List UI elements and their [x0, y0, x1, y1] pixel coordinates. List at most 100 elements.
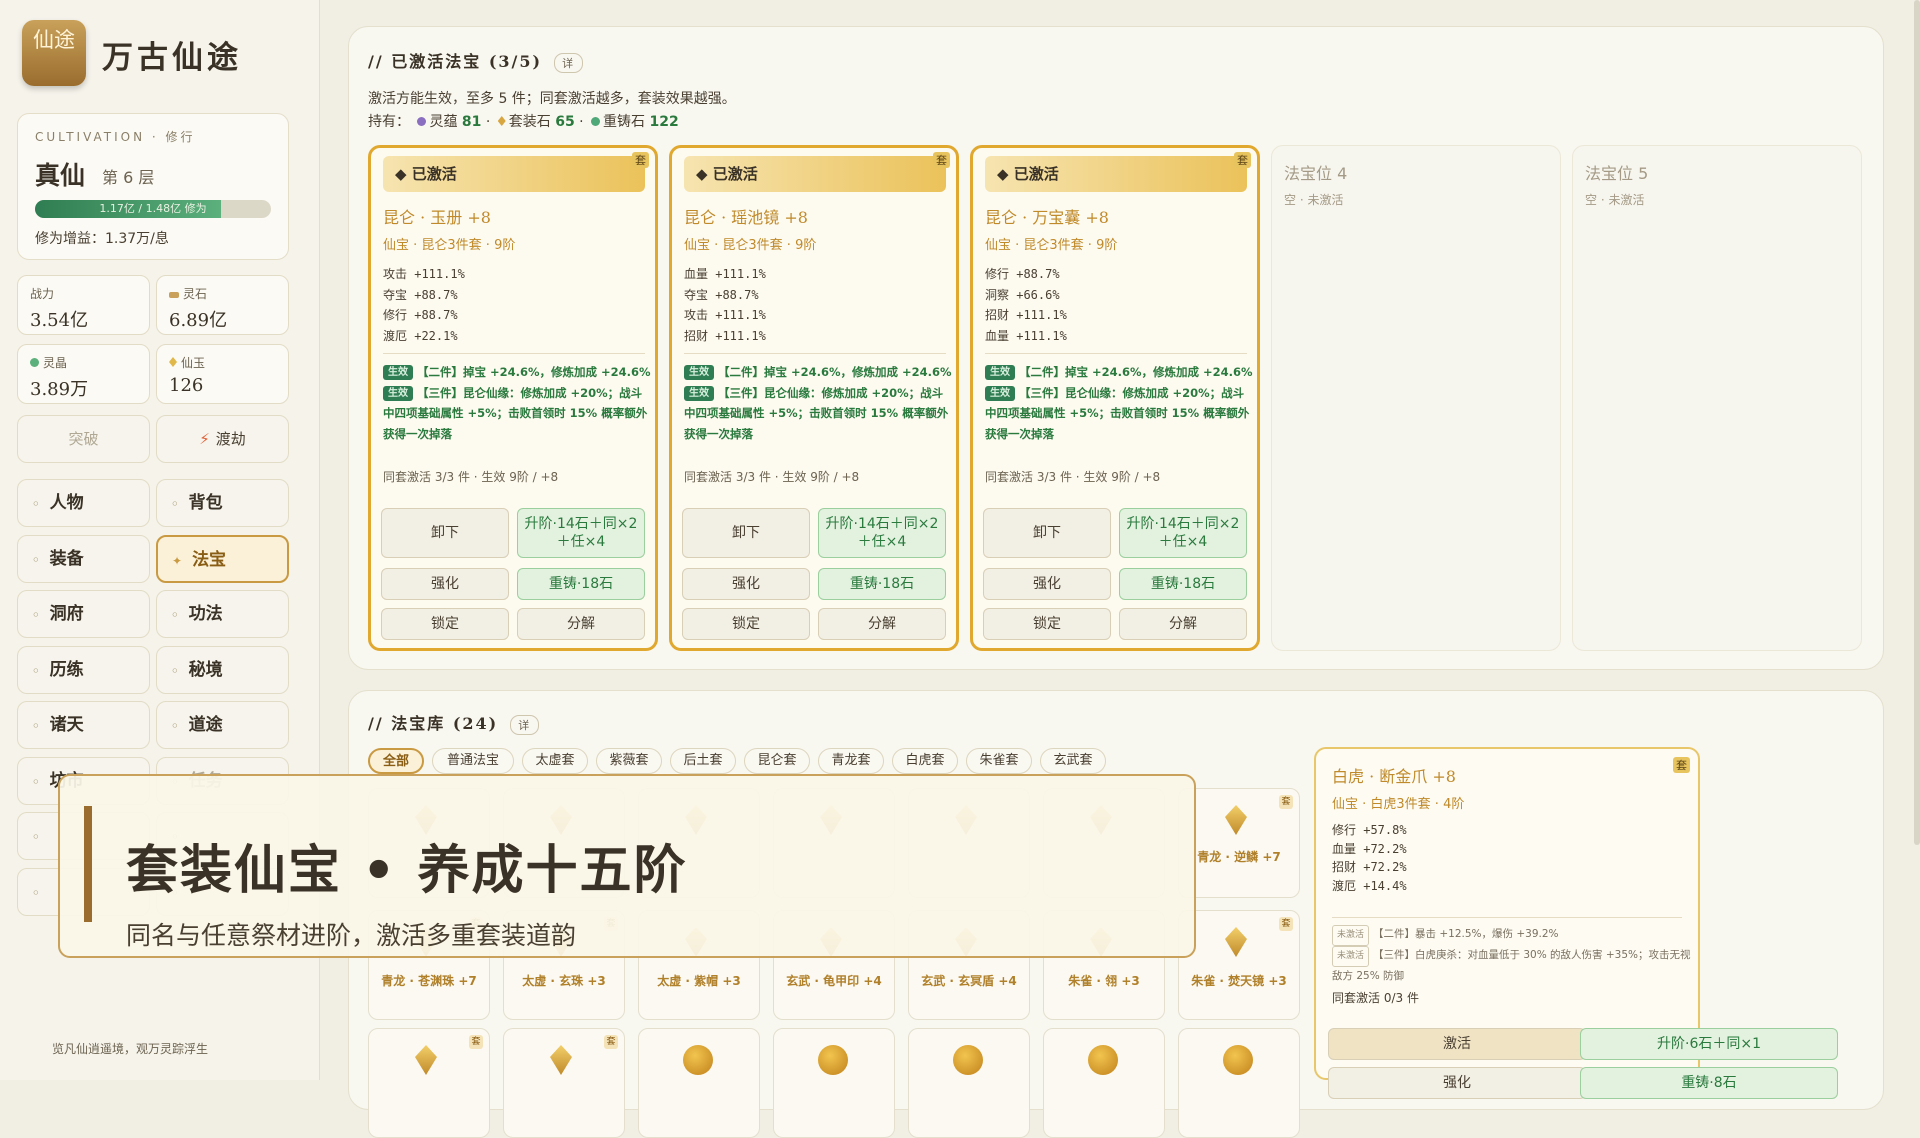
- set-effects: 生效 【二件】掉宝 +24.6%，修炼加成 +24.6% 生效 【三件】昆仑仙缘：修…: [684, 365, 952, 441]
- orb-icon: [683, 1045, 713, 1075]
- tribulation-button[interactable]: ⚡ 渡劫: [156, 415, 289, 463]
- gem-icon: [415, 1045, 437, 1075]
- upgrade-button[interactable]: 升阶·14石＋同×2＋任×4: [1119, 508, 1247, 558]
- cultivation-tag: CULTIVATION · 修行: [35, 130, 196, 144]
- treasure-meta: 仙宝 · 昆仑3件套 · 9阶: [684, 238, 817, 253]
- activate-button[interactable]: 激活: [1328, 1028, 1586, 1060]
- filter-normal[interactable]: 普通法宝: [432, 748, 514, 774]
- library-item[interactable]: [1043, 1028, 1165, 1138]
- active-treasure-card-3[interactable]: ◆ 已激活 套 昆仑 · 万宝囊 +8 仙宝 · 昆仑3件套 · 9阶 修行 +…: [970, 145, 1260, 651]
- enhance-button[interactable]: 强化: [1328, 1067, 1586, 1099]
- treasure-detail-card: 白虎 · 断金爪 +8 套 仙宝 · 白虎3件套 · 4阶 修行 +57.8% …: [1314, 747, 1838, 1099]
- library-item[interactable]: [1178, 1028, 1300, 1138]
- sidebar-footer: 览凡仙逍遥境，观万灵踪浮生: [52, 1042, 209, 1056]
- nav-equipment[interactable]: ◦ 装备: [17, 535, 150, 583]
- unequip-button[interactable]: 卸下: [682, 508, 810, 558]
- filter-zhuque[interactable]: 朱雀套: [966, 748, 1032, 774]
- reforge-button[interactable]: 重铸·18石: [818, 568, 946, 600]
- nav-training[interactable]: ◦ 历练: [17, 646, 150, 694]
- reforge-button[interactable]: 重铸·8石: [1580, 1067, 1838, 1099]
- unequip-button[interactable]: 卸下: [381, 508, 509, 558]
- detail-set-effects: 未激活 【二件】暴击 +12.5%，爆伤 +39.2% 未激活 【三件】白虎庚杀：对…: [1332, 925, 1692, 986]
- library-item[interactable]: [773, 1028, 895, 1138]
- inactive-tag: 未激活: [1332, 946, 1370, 967]
- gem-icon: [550, 1045, 572, 1075]
- nav-technique[interactable]: ◦ 功法: [156, 590, 289, 638]
- nav-dot-icon: ◦: [32, 830, 40, 844]
- filter-baihu[interactable]: 白虎套: [892, 748, 958, 774]
- lock-button[interactable]: 锁定: [983, 608, 1111, 640]
- library-item[interactable]: 套: [368, 1028, 490, 1138]
- library-item[interactable]: [638, 1028, 760, 1138]
- card-status-header: ◆ 已激活: [383, 156, 645, 192]
- cultivation-progress-text: 1.17亿 / 1.48亿 修为: [99, 202, 207, 215]
- detail-button[interactable]: 详: [554, 53, 584, 73]
- filter-taixu[interactable]: 太虚套: [522, 748, 588, 774]
- empty-treasure-slot-4[interactable]: 法宝位 4 空 · 未激活: [1271, 145, 1561, 651]
- set-badge: 套: [1279, 795, 1293, 809]
- library-item[interactable]: 套 青龙 · 逆鳞 +7: [1178, 788, 1300, 898]
- filter-xuanwu[interactable]: 玄武套: [1040, 748, 1106, 774]
- nav-bag[interactable]: ◦ 背包: [156, 479, 289, 527]
- filter-houtu[interactable]: 后土套: [670, 748, 736, 774]
- nav-dot-icon: ◦: [171, 608, 179, 622]
- gem-icon: [1225, 927, 1247, 957]
- diamond-icon: ◆: [997, 165, 1014, 183]
- detail-button[interactable]: 详: [510, 715, 540, 735]
- upgrade-button[interactable]: 升阶·14石＋同×2＋任×4: [517, 508, 645, 558]
- slot-title: 法宝位 4: [1284, 164, 1348, 183]
- enhance-button[interactable]: 强化: [983, 568, 1111, 600]
- unequip-button[interactable]: 卸下: [983, 508, 1111, 558]
- nav-character[interactable]: ◦ 人物: [17, 479, 150, 527]
- filter-ziwei[interactable]: 紫薇套: [596, 748, 662, 774]
- nav-heavens[interactable]: ◦ 诸天: [17, 701, 150, 749]
- nav-treasure[interactable]: ✦ 法宝: [156, 535, 289, 583]
- detail-set-line: 同套激活 0/3 件: [1332, 991, 1419, 1005]
- page-scrollbar[interactable]: [1914, 0, 1920, 845]
- nav-dot-icon: ◦: [171, 497, 179, 511]
- library-item[interactable]: 套: [503, 1028, 625, 1138]
- treasure-name: 昆仑 · 瑶池镜 +8: [684, 208, 808, 227]
- divider: [1332, 917, 1682, 918]
- card-status-header: ◆ 已激活: [684, 156, 946, 192]
- filter-kunlun[interactable]: 昆仑套: [744, 748, 810, 774]
- set-progress-line: 同套激活 3/3 件 · 生效 9阶 / +8: [985, 470, 1161, 484]
- library-item[interactable]: 套 朱雀 · 焚天镜 +3: [1178, 910, 1300, 1020]
- nav-dot-icon: ◦: [32, 497, 40, 511]
- banner-subtitle: 同名与任意祭材进阶，激活多重套装道韵: [126, 921, 577, 950]
- nav-secret-realm[interactable]: ◦ 秘境: [156, 646, 289, 694]
- enhance-button[interactable]: 强化: [682, 568, 810, 600]
- holdings-line: 持有： 灵蕴 81 · 套装石 65 · 重铸石 122: [368, 114, 679, 130]
- decompose-button[interactable]: 分解: [517, 608, 645, 640]
- treasure-meta: 仙宝 · 昆仑3件套 · 9阶: [383, 238, 516, 253]
- upgrade-button[interactable]: 升阶·14石＋同×2＋任×4: [818, 508, 946, 558]
- breakthrough-button[interactable]: 突破: [17, 415, 150, 463]
- enhance-button[interactable]: 强化: [381, 568, 509, 600]
- active-treasure-card-1[interactable]: ◆ 已激活 套 昆仑 · 玉册 +8 仙宝 · 昆仑3件套 · 9阶 攻击 +1…: [368, 145, 658, 651]
- library-item[interactable]: [908, 1028, 1030, 1138]
- item-name: 玄武 · 龟甲印 +4: [786, 974, 882, 988]
- treasure-meta: 仙宝 · 昆仑3件套 · 9阶: [985, 238, 1118, 253]
- banner-headline: 套装仙宝 • 养成十五阶: [126, 841, 688, 901]
- decompose-button[interactable]: 分解: [1119, 608, 1247, 640]
- lock-button[interactable]: 锁定: [381, 608, 509, 640]
- stat-jade: 仙玉 126: [156, 344, 289, 404]
- upgrade-button[interactable]: 升阶·6石＋同×1: [1580, 1028, 1838, 1060]
- card-status-header: ◆ 已激活: [985, 156, 1247, 192]
- lock-button[interactable]: 锁定: [682, 608, 810, 640]
- empty-treasure-slot-5[interactable]: 法宝位 5 空 · 未激活: [1572, 145, 1862, 651]
- item-name: 玄武 · 玄冥盾 +4: [921, 974, 1017, 988]
- decompose-button[interactable]: 分解: [818, 608, 946, 640]
- nav-dot-icon: ◦: [32, 608, 40, 622]
- filter-all[interactable]: 全部: [368, 748, 424, 774]
- banner-accent-bar: [84, 806, 92, 922]
- reforge-button[interactable]: 重铸·18石: [517, 568, 645, 600]
- nav-path[interactable]: ◦ 道途: [156, 701, 289, 749]
- stat-label: 战力: [30, 287, 55, 301]
- active-treasure-card-2[interactable]: ◆ 已激活 套 昆仑 · 瑶池镜 +8 仙宝 · 昆仑3件套 · 9阶 血量 +…: [669, 145, 959, 651]
- filter-qinglong[interactable]: 青龙套: [818, 748, 884, 774]
- spirit-essence-icon: [417, 117, 427, 126]
- nav-cave[interactable]: ◦ 洞府: [17, 590, 150, 638]
- item-name: 朱雀 · 焚天镜 +3: [1191, 974, 1287, 988]
- reforge-button[interactable]: 重铸·18石: [1119, 568, 1247, 600]
